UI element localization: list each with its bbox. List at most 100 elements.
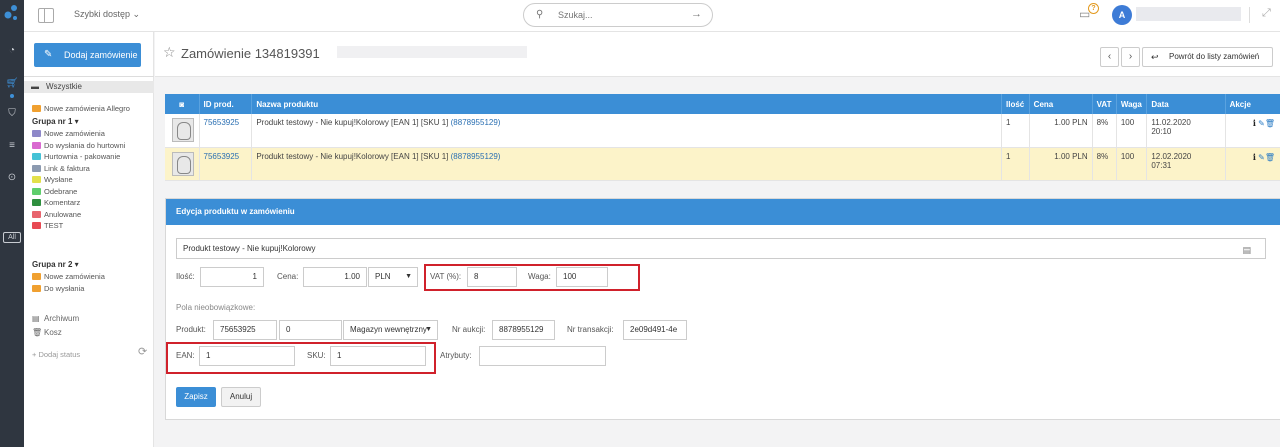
chevron-right-icon: › xyxy=(1128,51,1133,62)
product-name-input[interactable]: Produkt testowy - Nie kupuj!Kolorowy ▤ xyxy=(176,238,1266,259)
notification-badge[interactable]: ? xyxy=(1088,3,1099,14)
column-weight[interactable]: Waga xyxy=(1116,94,1148,114)
warehouse-select[interactable]: Magazyn wewnętrzny xyxy=(343,320,438,340)
sidebar-status-item[interactable]: Do wysłania do hurtowni xyxy=(32,141,125,151)
chevron-left-icon: ‹ xyxy=(1107,51,1112,62)
info-icon[interactable]: i xyxy=(1253,152,1256,162)
dashboard-icon[interactable]: ◔ xyxy=(4,44,20,58)
price-input[interactable]: 1.00 xyxy=(303,267,367,287)
sidebar-status-item[interactable]: Odebrane xyxy=(32,187,77,197)
database-icon[interactable]: ≡ xyxy=(4,139,20,153)
weight-input[interactable]: 100 xyxy=(556,267,608,287)
divider xyxy=(24,76,154,77)
sidebar-status-item[interactable]: Link & faktura xyxy=(32,164,90,174)
status-color-icon xyxy=(32,273,41,280)
product-id-input[interactable]: 75653925 xyxy=(213,320,277,340)
group-1-title[interactable]: Grupa nr 1 ▾ xyxy=(32,117,79,126)
back-to-list-button[interactable]: ↩ Powrót do listy zamówień xyxy=(1142,47,1273,67)
photo-cell xyxy=(165,147,200,181)
document-icon[interactable]: ▤ xyxy=(1242,241,1251,258)
qty-input[interactable]: 1 xyxy=(200,267,264,287)
vat-input[interactable]: 8 xyxy=(467,267,517,287)
status-label: Nowe zamówienia xyxy=(44,272,105,281)
sidebar-status-item[interactable]: Wysłane xyxy=(32,175,73,185)
currency-select[interactable]: PLN xyxy=(368,267,418,287)
column-date[interactable]: Data xyxy=(1146,94,1226,114)
sidebar-item-all[interactable]: ▬ Wszystkie xyxy=(24,81,154,93)
sku-label: SKU: xyxy=(307,351,326,360)
refresh-icon[interactable]: ⟳ xyxy=(138,345,147,358)
table-row[interactable]: 75653925 Produkt testowy - Nie kupuj!Kolo… xyxy=(165,114,1280,148)
photo-cell xyxy=(165,114,200,148)
inbox-icon: ▬ xyxy=(31,82,39,91)
column-price[interactable]: Cena xyxy=(1029,94,1093,114)
ean-input[interactable]: 1 xyxy=(199,346,295,366)
auction-link[interactable]: (8878955129) xyxy=(451,152,501,161)
column-photo: ◙ xyxy=(165,94,200,114)
sku-input[interactable]: 1 xyxy=(330,346,426,366)
auction-input[interactable]: 8878955129 xyxy=(492,320,555,340)
cancel-button[interactable]: Anuluj xyxy=(221,387,261,407)
status-color-icon xyxy=(32,153,41,160)
all-toggle-button[interactable]: All xyxy=(3,232,21,243)
product-thumbnail[interactable] xyxy=(172,151,194,176)
product-thumbnail[interactable] xyxy=(172,118,194,142)
auction-link[interactable]: (8878955129) xyxy=(451,118,501,127)
quick-access-menu[interactable]: Szybki dostęp ⌄ xyxy=(74,9,140,20)
info-icon[interactable]: i xyxy=(1253,118,1256,128)
search-input[interactable] xyxy=(558,8,678,22)
column-name[interactable]: Nazwa produktu xyxy=(251,94,1003,114)
search-arrow-icon[interactable]: → xyxy=(691,8,702,20)
trash-icon[interactable]: 🗑︎ xyxy=(1265,153,1275,162)
add-order-button[interactable]: ✎ Dodaj zamówienie xyxy=(34,43,141,67)
transaction-input[interactable]: 2e09d491-4e xyxy=(623,320,687,340)
attributes-label: Atrybuty: xyxy=(440,351,472,360)
cart-icon[interactable]: 🛒︎ xyxy=(4,77,20,91)
app-logo-icon[interactable] xyxy=(2,4,20,22)
divider xyxy=(1249,7,1250,23)
sidebar-item-trash[interactable]: 🗑︎ Kosz xyxy=(32,328,62,337)
sidebar-status-item[interactable]: Nowe zamówienia xyxy=(32,272,105,282)
product-id-link[interactable]: 75653925 xyxy=(204,152,240,161)
column-qty[interactable]: Ilość xyxy=(1001,94,1030,114)
trash-icon[interactable]: 🗑︎ xyxy=(1265,119,1275,128)
expand-icon[interactable]: ⤢ xyxy=(1262,7,1271,20)
sidebar-status-item[interactable]: Nowe zamówienia xyxy=(32,129,105,139)
status-color-icon xyxy=(32,210,41,218)
pencil-icon[interactable]: ✎ xyxy=(1258,153,1265,162)
status-color-icon xyxy=(32,164,41,172)
add-status-link[interactable]: + Dodaj status xyxy=(32,350,80,359)
product-id-link[interactable]: 75653925 xyxy=(204,118,240,127)
column-id[interactable]: ID prod. xyxy=(199,94,253,114)
next-order-button[interactable]: › xyxy=(1121,47,1140,67)
column-vat[interactable]: VAT xyxy=(1092,94,1117,114)
avatar[interactable]: A xyxy=(1112,5,1132,25)
sidebar-status-item[interactable]: TEST xyxy=(32,221,63,231)
date-cell: 11.02.2020 20:10 xyxy=(1146,114,1226,148)
pencil-icon[interactable]: ✎ xyxy=(1258,119,1265,128)
shield-icon[interactable]: ⛉ xyxy=(4,107,20,121)
prev-order-button[interactable]: ‹ xyxy=(1100,47,1119,67)
search-box[interactable]: ⚲ → xyxy=(523,3,713,27)
group-2-title[interactable]: Grupa nr 2 ▾ xyxy=(32,260,79,269)
sidebar-status-item[interactable]: Anulowane xyxy=(32,210,81,220)
save-button[interactable]: Zapisz xyxy=(176,387,216,407)
star-icon[interactable]: ☆ xyxy=(163,44,176,61)
sidebar-item-allegro[interactable]: Nowe zamówienia Allegro xyxy=(32,104,130,114)
time-text: 20:10 xyxy=(1151,127,1172,136)
vat-label: VAT (%): xyxy=(430,272,462,281)
sidebar-status-item[interactable]: Komentarz xyxy=(32,198,80,208)
product-variant-input[interactable]: 0 xyxy=(279,320,342,340)
help-icon[interactable]: ⊙ xyxy=(4,171,20,185)
table-row[interactable]: 75653925 Produkt testowy - Nie kupuj!Kolo… xyxy=(165,147,1280,181)
attributes-input[interactable] xyxy=(479,346,606,366)
status-color-icon xyxy=(32,105,41,112)
date-text: 11.02.2020 xyxy=(1151,118,1191,127)
sidebar-status-item[interactable]: Do wysłania xyxy=(32,284,84,294)
product-name: Produkt testowy - Nie kupuj!Kolorowy [EA… xyxy=(256,118,451,127)
weight-cell: 100 xyxy=(1116,147,1148,181)
sidebar-status-item[interactable]: Hurtownia - pakowanie xyxy=(32,152,120,162)
user-name-redacted[interactable] xyxy=(1136,7,1241,21)
sidebar-item-archive[interactable]: ▤ Archiwum xyxy=(32,314,79,323)
sidebar-toggle-icon[interactable] xyxy=(38,8,54,23)
